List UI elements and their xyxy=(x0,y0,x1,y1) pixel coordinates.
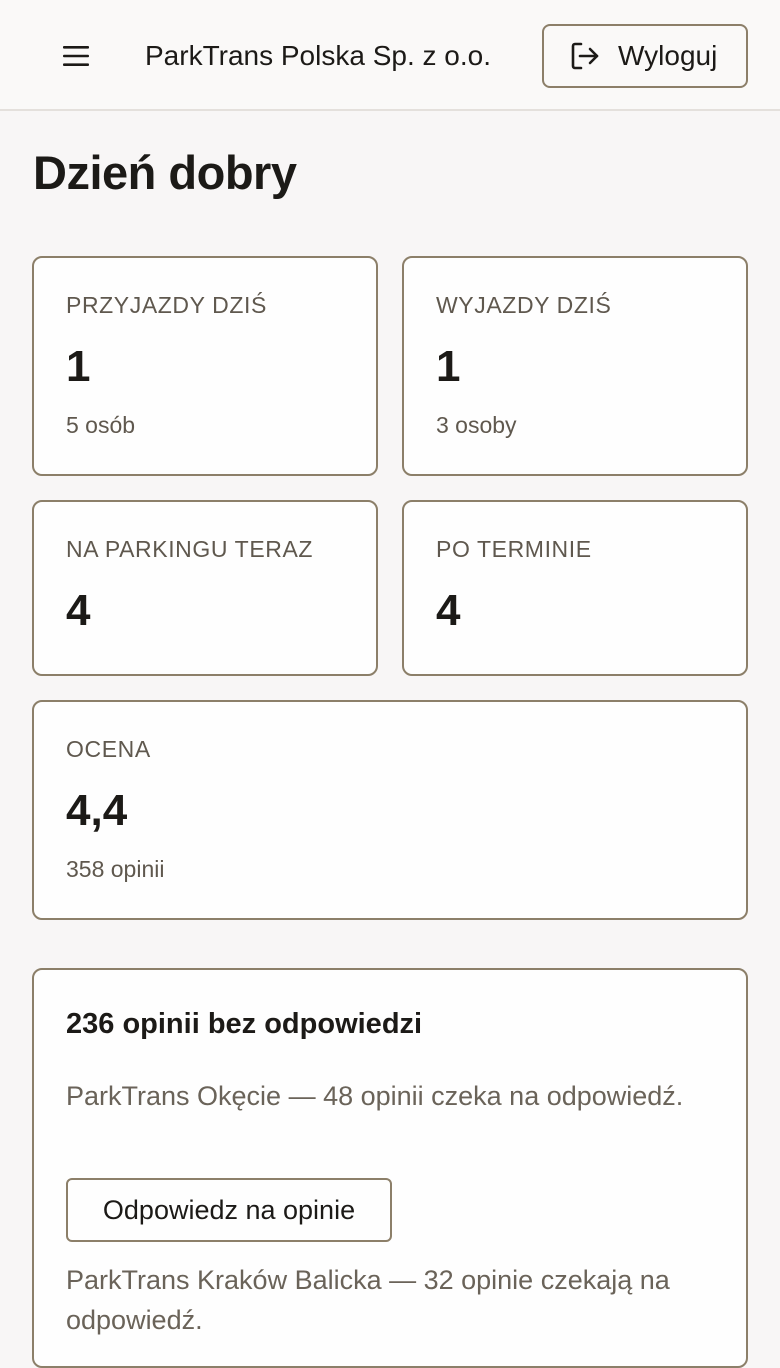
location-review-summary: ParkTrans Kraków Balicka — 32 opinie cze… xyxy=(66,1265,670,1335)
stat-label: NA PARKINGU TERAZ xyxy=(66,536,314,562)
stat-value: 4,4 xyxy=(66,786,128,835)
stat-value: 1 xyxy=(436,342,461,391)
unanswered-reviews-panel: 236 opinii bez odpowiedzi ParkTrans Okęc… xyxy=(32,968,748,1368)
company-name: ParkTrans Polska Sp. z o.o. xyxy=(145,40,491,71)
top-bar: ParkTrans Polska Sp. z o.o. Wyloguj xyxy=(0,0,780,111)
stat-label: PO TERMINIE xyxy=(436,536,592,562)
logout-arrow-icon xyxy=(570,41,600,71)
stat-value: 1 xyxy=(66,342,91,391)
stat-value: 4 xyxy=(66,586,91,635)
location-review-summary: ParkTrans Okęcie — 48 opinii czeka na od… xyxy=(66,1081,684,1111)
logout-label: Wyloguj xyxy=(618,40,718,71)
stat-card-departures: WYJAZDY DZIŚ 1 3 osoby xyxy=(402,256,748,476)
stat-value: 4 xyxy=(436,586,461,635)
stat-card-overdue: PO TERMINIE 4 xyxy=(402,500,748,676)
stat-label: OCENA xyxy=(66,736,151,762)
stat-subtext: 3 osoby xyxy=(436,412,517,438)
stat-card-rating: OCENA 4,4 358 opinii xyxy=(32,700,748,920)
stat-subtext: 358 opinii xyxy=(66,856,165,882)
reply-to-reviews-button[interactable]: Odpowiedz na opinie xyxy=(66,1178,392,1242)
reviews-title: 236 opinii bez odpowiedzi xyxy=(66,1008,423,1040)
hamburger-menu-icon[interactable] xyxy=(54,36,98,76)
logout-button[interactable]: Wyloguj xyxy=(542,24,748,88)
page-title: Dzień dobry xyxy=(33,146,297,199)
stat-card-on-parking: NA PARKINGU TERAZ 4 xyxy=(32,500,378,676)
stat-label: WYJAZDY DZIŚ xyxy=(436,292,612,318)
stat-label: PRZYJAZDY DZIŚ xyxy=(66,292,267,318)
stat-card-arrivals: PRZYJAZDY DZIŚ 1 5 osób xyxy=(32,256,378,476)
stat-subtext: 5 osób xyxy=(66,412,136,438)
